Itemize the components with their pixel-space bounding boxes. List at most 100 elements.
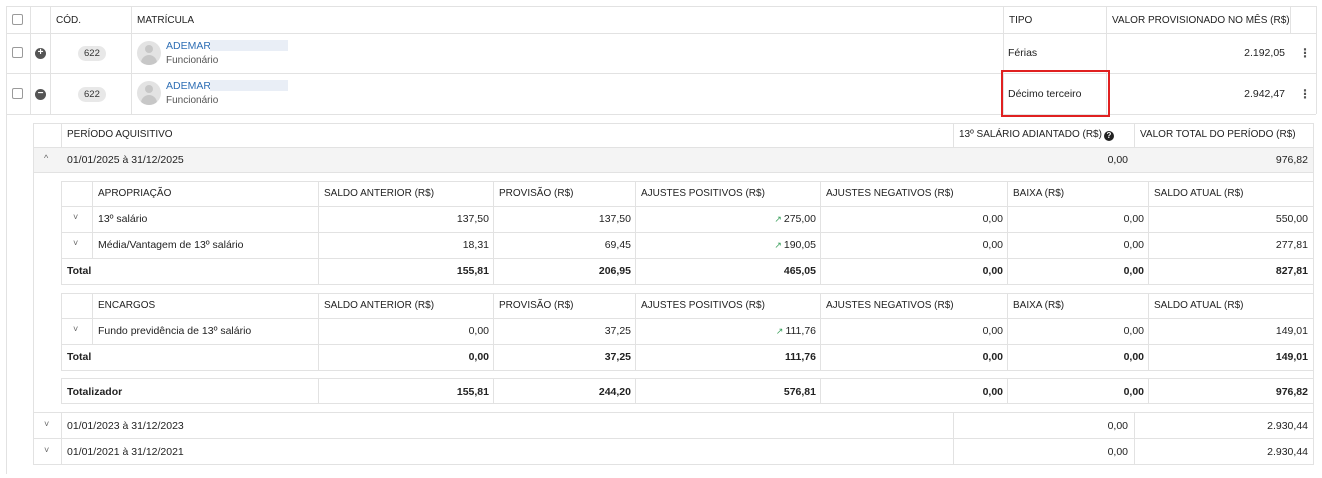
total-baixa: 0,00	[1123, 265, 1144, 277]
provisao-value: 69,45	[604, 239, 631, 251]
saldo-atual-value: 277,81	[1275, 239, 1308, 251]
total-label: Total	[67, 265, 92, 277]
ajustes-positivos-value: ↗ 275,00	[774, 213, 816, 225]
totalizador-saldo-atual: 976,82	[1275, 386, 1308, 398]
column-header-saldo-atual: SALDO ATUAL (R$)	[1154, 188, 1244, 199]
apropriacao-header: APROPRIAÇÃO	[98, 188, 172, 199]
chevron-down-icon[interactable]: ˅	[44, 445, 49, 455]
total-saldo-anterior: 0,00	[468, 351, 489, 363]
totalizador-ajustes-negativos: 0,00	[982, 386, 1003, 398]
saldo-anterior-value: 18,31	[462, 239, 489, 251]
column-header-adiantado[interactable]: 13º SALÁRIO ADIANTADO (R$)?	[959, 129, 1114, 141]
employee-role: Funcionário	[166, 55, 219, 66]
column-header-provisao: PROVISÃO (R$)	[499, 188, 574, 199]
more-vertical-icon[interactable]: ⋮	[1299, 47, 1311, 59]
total-saldo-anterior: 155,81	[456, 265, 489, 277]
chevron-down-icon[interactable]: ˅	[73, 238, 78, 248]
column-header-ajustes-positivos: AJUSTES POSITIVOS (R$)	[641, 188, 765, 199]
employee-name-link[interactable]: ADEMAR	[166, 40, 211, 52]
valor-value: 2.942,47	[1244, 88, 1285, 100]
row-checkbox[interactable]	[12, 47, 23, 58]
total-provisao: 206,95	[598, 265, 631, 277]
ajustes-negativos-value: 0,00	[982, 239, 1003, 251]
period-label: 01/01/2025 à 31/12/2025	[67, 154, 184, 166]
totalizador-baixa: 0,00	[1123, 386, 1144, 398]
saldo-anterior-value: 0,00	[468, 325, 489, 337]
total-saldo-atual: 149,01	[1275, 351, 1308, 363]
chevron-down-icon[interactable]: ˅	[73, 212, 78, 222]
column-header-ajustes-negativos: AJUSTES NEGATIVOS (R$)	[826, 188, 954, 199]
employee-role: Funcionário	[166, 95, 219, 106]
help-circle-icon[interactable]: ?	[1103, 131, 1114, 141]
total-baixa: 0,00	[1123, 351, 1144, 363]
tipo-value: Férias	[1008, 47, 1038, 59]
column-header-saldo-atual: SALDO ATUAL (R$)	[1154, 300, 1244, 311]
collapse-minus-icon[interactable]: −	[35, 89, 46, 100]
code-badge: 622	[78, 46, 106, 61]
ajustes-negativos-value: 0,00	[982, 213, 1003, 225]
encargos-header: ENCARGOS	[98, 300, 156, 311]
period-total: 2.930,44	[1267, 420, 1308, 432]
avatar	[137, 81, 161, 105]
redacted-name	[210, 40, 288, 51]
chevron-up-icon[interactable]: ^	[44, 153, 48, 163]
baixa-value: 0,00	[1123, 213, 1144, 225]
ajustes-negativos-value: 0,00	[982, 325, 1003, 337]
trend-up-icon: ↗	[775, 326, 784, 336]
redacted-name	[210, 80, 288, 91]
highlight-box	[1001, 70, 1110, 117]
column-header-baixa: BAIXA (R$)	[1013, 188, 1065, 199]
select-all-checkbox[interactable]	[12, 14, 23, 25]
period-adiantado: 0,00	[1107, 446, 1128, 458]
valor-value: 2.192,05	[1244, 47, 1285, 59]
column-header-code[interactable]: CÓD.	[56, 15, 81, 26]
total-label: Total	[67, 351, 92, 363]
column-header-ajustes-negativos: AJUSTES NEGATIVOS (R$)	[826, 300, 954, 311]
trend-up-icon: ↗	[774, 240, 782, 250]
totalizador-label: Totalizador	[67, 386, 123, 398]
column-header-saldo-anterior: SALDO ANTERIOR (R$)	[324, 188, 435, 199]
row-label: Fundo previdência de 13º salário	[98, 325, 252, 337]
column-header-periodo[interactable]: PERÍODO AQUISITIVO	[67, 129, 173, 140]
code-badge: 622	[78, 87, 106, 102]
chevron-down-icon[interactable]: ˅	[44, 419, 49, 429]
period-label: 01/01/2023 à 31/12/2023	[67, 420, 184, 432]
total-ajustes-positivos: 111,76	[785, 351, 816, 363]
period-total: 976,82	[1275, 154, 1308, 166]
row-checkbox[interactable]	[12, 88, 23, 99]
baixa-value: 0,00	[1123, 325, 1144, 337]
provisao-value: 37,25	[604, 325, 631, 337]
period-adiantado: 0,00	[1107, 154, 1128, 166]
period-adiantado: 0,00	[1107, 420, 1128, 432]
row-label: Média/Vantagem de 13º salário	[98, 239, 244, 251]
column-header-saldo-anterior: SALDO ANTERIOR (R$)	[324, 300, 435, 311]
employee-name-link[interactable]: ADEMAR	[166, 80, 211, 92]
expand-plus-icon[interactable]: +	[35, 48, 46, 59]
ajustes-positivos-value: ↗ 111,76	[775, 325, 816, 337]
totalizador-provisao: 244,20	[598, 386, 631, 398]
more-vertical-icon[interactable]: ⋮	[1299, 88, 1311, 100]
total-ajustes-negativos: 0,00	[982, 265, 1003, 277]
baixa-value: 0,00	[1123, 239, 1144, 251]
chevron-down-icon[interactable]: ˅	[73, 324, 78, 334]
saldo-atual-value: 550,00	[1275, 213, 1308, 225]
ajustes-positivos-value: ↗ 190,05	[774, 239, 816, 251]
period-label: 01/01/2021 à 31/12/2021	[67, 446, 184, 458]
saldo-atual-value: 149,01	[1275, 325, 1308, 337]
column-header-baixa: BAIXA (R$)	[1013, 300, 1065, 311]
column-header-tipo[interactable]: TIPO	[1009, 15, 1032, 26]
totalizador-saldo-anterior: 155,81	[456, 386, 489, 398]
column-header-matricula[interactable]: MATRÍCULA	[137, 15, 194, 26]
avatar	[137, 41, 161, 65]
row-label: 13º salário	[98, 213, 148, 225]
total-ajustes-negativos: 0,00	[982, 351, 1003, 363]
column-header-total-periodo[interactable]: VALOR TOTAL DO PERÍODO (R$)	[1140, 129, 1296, 140]
column-header-valor[interactable]: VALOR PROVISIONADO NO MÊS (R$)	[1112, 15, 1290, 26]
column-header-ajustes-positivos: AJUSTES POSITIVOS (R$)	[641, 300, 765, 311]
total-ajustes-positivos: 465,05	[783, 265, 816, 277]
provisao-value: 137,50	[598, 213, 631, 225]
totalizador-ajustes-positivos: 576,81	[783, 386, 816, 398]
column-header-provisao: PROVISÃO (R$)	[499, 300, 574, 311]
total-saldo-atual: 827,81	[1275, 265, 1308, 277]
total-provisao: 37,25	[604, 351, 631, 363]
